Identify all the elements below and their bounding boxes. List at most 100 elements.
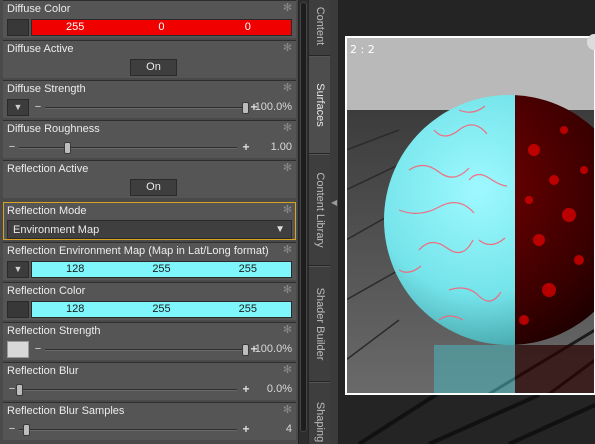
diffuse-roughness-slider[interactable]: − + 1.00	[7, 139, 292, 156]
color-r-value[interactable]: 255	[32, 20, 118, 35]
property-reflection-environment-map: Reflection Environment Map (Map in Lat/L…	[3, 242, 296, 280]
map-menu-button[interactable]: ▼	[7, 99, 29, 116]
property-reflection-blur-samples: Reflection Blur Samples ✻ − + 4	[3, 402, 296, 440]
environment-map-color-field[interactable]: 128 255 255	[31, 261, 292, 278]
tab-content-library[interactable]: Content Library	[309, 154, 331, 266]
property-label: Reflection Color	[7, 285, 86, 297]
property-reflection-color: Reflection Color ✻ 128 255 255	[3, 282, 296, 320]
property-diffuse-color: Diffuse Color ✻ 255 0 0	[3, 0, 296, 38]
property-label: Diffuse Active	[7, 43, 74, 55]
reflection-strength-slider[interactable]: − + 100.0%	[33, 341, 292, 358]
viewport-frame-label: 2 : 2	[350, 43, 375, 56]
dropdown-value: Environment Map	[13, 224, 100, 236]
slider-track[interactable]	[19, 429, 237, 431]
gear-icon[interactable]: ✻	[282, 123, 293, 134]
minus-icon[interactable]: −	[33, 342, 43, 356]
render-viewport[interactable]: 2 : 2	[339, 0, 595, 444]
viewport-scene	[339, 0, 595, 444]
tab-label: Content	[314, 6, 326, 46]
gear-icon[interactable]: ✻	[282, 205, 293, 216]
tab-label: Shaping	[314, 401, 326, 443]
diffuse-color-field[interactable]: 255 0 0	[31, 19, 292, 36]
gear-icon[interactable]: ✻	[282, 245, 293, 256]
diffuse-active-toggle[interactable]: On	[130, 59, 177, 76]
reflection-color-field[interactable]: 128 255 255	[31, 301, 292, 318]
color-r-value[interactable]: 128	[32, 262, 118, 277]
gear-icon[interactable]: ✻	[282, 285, 293, 296]
minus-icon[interactable]: −	[33, 100, 43, 114]
texture-map-button[interactable]	[7, 19, 29, 36]
texture-map-button[interactable]	[7, 301, 29, 318]
plus-icon[interactable]: +	[241, 140, 251, 154]
reflection-mode-dropdown[interactable]: Environment Map ▼	[7, 220, 292, 239]
slider-value[interactable]: 100.0%	[255, 342, 292, 357]
color-r-value[interactable]: 128	[32, 302, 118, 317]
color-b-value[interactable]: 255	[205, 262, 291, 277]
property-reflection-mode: Reflection Mode ✻ Environment Map ▼	[3, 202, 296, 240]
tab-shader-builder[interactable]: Shader Builder	[309, 266, 331, 382]
property-label: Reflection Mode	[7, 205, 87, 217]
slider-thumb[interactable]	[16, 384, 23, 396]
slider-thumb[interactable]	[242, 344, 249, 356]
property-reflection-blur: Reflection Blur ✻ − + 0.0%	[3, 362, 296, 400]
pane-tab-bar: Content Surfaces Content Library Shader …	[308, 0, 331, 444]
slider-track[interactable]	[45, 349, 245, 351]
texture-map-button[interactable]	[7, 341, 29, 358]
minus-icon[interactable]: −	[7, 422, 17, 436]
color-g-value[interactable]: 255	[118, 302, 204, 317]
render-frame-contents	[346, 37, 595, 394]
slider-thumb[interactable]	[22, 424, 30, 436]
property-label: Reflection Blur Samples	[7, 405, 125, 417]
color-b-value[interactable]: 0	[205, 20, 291, 35]
tab-label: Shader Builder	[314, 287, 326, 361]
gear-icon[interactable]: ✻	[282, 405, 293, 416]
plus-icon[interactable]: +	[241, 422, 251, 436]
collapse-arrow-icon[interactable]: ◀	[331, 198, 337, 207]
reflection-blur-slider[interactable]: − + 0.0%	[7, 381, 292, 398]
chevron-down-icon: ▼	[275, 224, 285, 235]
gear-icon[interactable]: ✻	[282, 325, 293, 336]
minus-icon[interactable]: −	[7, 140, 17, 154]
property-label: Reflection Blur	[7, 365, 79, 377]
gear-icon[interactable]: ✻	[282, 83, 293, 94]
property-diffuse-active: Diffuse Active ✻ On	[3, 40, 296, 78]
property-label: Reflection Active	[7, 163, 89, 175]
tab-shaping[interactable]: Shaping	[309, 382, 331, 444]
tab-label: Surfaces	[314, 83, 326, 127]
slider-thumb[interactable]	[242, 102, 249, 114]
plus-icon[interactable]: +	[241, 382, 251, 396]
slider-value[interactable]: 100.0%	[255, 100, 292, 115]
property-reflection-strength: Reflection Strength ✻ − + 100.0%	[3, 322, 296, 360]
tab-surfaces[interactable]: Surfaces	[309, 56, 331, 154]
property-diffuse-roughness: Diffuse Roughness ✻ − + 1.00	[3, 120, 296, 158]
gear-icon[interactable]: ✻	[282, 163, 293, 174]
color-b-value[interactable]: 255	[205, 302, 291, 317]
slider-track[interactable]	[19, 147, 237, 149]
scrollbar-thumb[interactable]	[300, 2, 307, 432]
pane-splitter[interactable]: ◀	[330, 0, 339, 444]
reflection-blur-samples-slider[interactable]: − + 4	[7, 421, 292, 438]
color-g-value[interactable]: 255	[118, 262, 204, 277]
surfaces-property-panel: Diffuse Color ✻ 255 0 0 Diffuse Active ✻…	[0, 0, 298, 444]
gear-icon[interactable]: ✻	[282, 43, 293, 54]
map-menu-button[interactable]: ▼	[7, 261, 29, 278]
slider-value[interactable]: 1.00	[271, 140, 292, 155]
slider-track[interactable]	[45, 107, 245, 109]
slider-track[interactable]	[19, 389, 237, 391]
property-label: Diffuse Roughness	[7, 123, 100, 135]
tab-content[interactable]: Content	[309, 0, 331, 56]
slider-value[interactable]: 0.0%	[267, 382, 292, 397]
slider-thumb[interactable]	[63, 142, 71, 154]
property-label: Diffuse Color	[7, 3, 71, 15]
tab-label: Content Library	[314, 172, 326, 248]
color-g-value[interactable]: 0	[118, 20, 204, 35]
panel-scrollbar[interactable]	[298, 0, 308, 444]
property-label: Reflection Environment Map (Map in Lat/L…	[7, 245, 269, 257]
gear-icon[interactable]: ✻	[282, 365, 293, 376]
reflection-active-toggle[interactable]: On	[130, 179, 177, 196]
gear-icon[interactable]: ✻	[282, 3, 293, 14]
property-label: Diffuse Strength	[7, 83, 86, 95]
diffuse-strength-slider[interactable]: − + 100.0%	[33, 99, 292, 116]
slider-value[interactable]: 4	[286, 422, 292, 437]
viewport-nav-control[interactable]	[587, 34, 595, 50]
